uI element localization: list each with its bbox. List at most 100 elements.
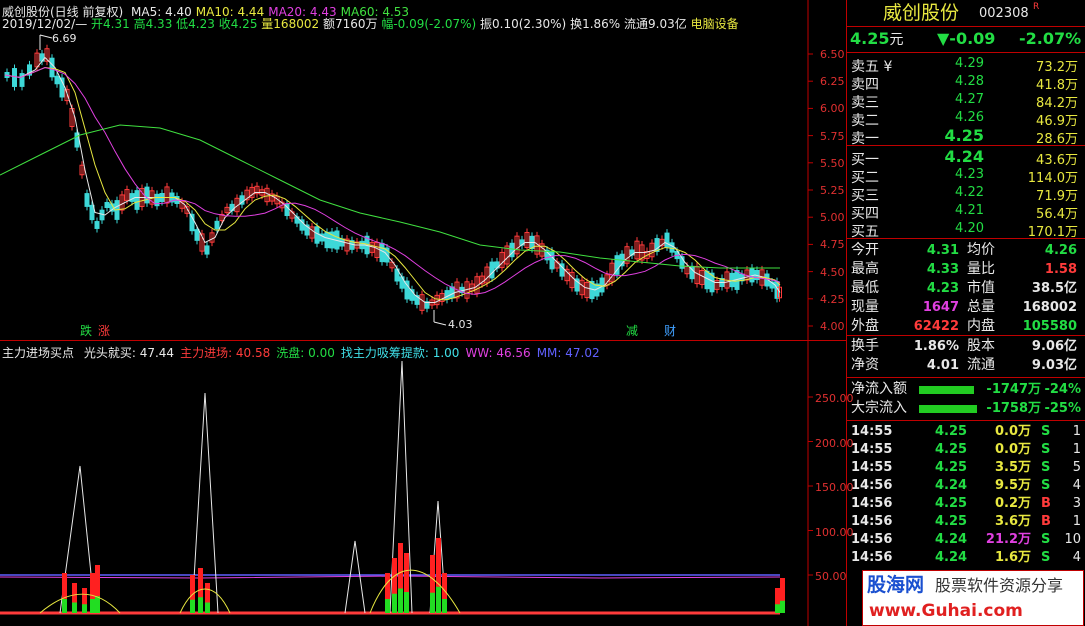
wash-bar bbox=[62, 599, 67, 613]
info-turnover: 换1.86% bbox=[570, 17, 621, 31]
stat-label: 净资 bbox=[851, 357, 879, 373]
indicator-chart[interactable] bbox=[0, 341, 846, 626]
tick-side: S bbox=[1041, 532, 1051, 547]
tick-count: 1 bbox=[1072, 514, 1081, 529]
price-tick: 4.00 bbox=[820, 320, 845, 333]
indicator-label-0: 光头就买: 47.44 bbox=[83, 346, 175, 360]
tick-price: 4.25 bbox=[935, 460, 968, 475]
indicator-label-4: WW: 46.56 bbox=[465, 346, 531, 360]
wash-bar bbox=[775, 604, 780, 613]
tick-volume: 9.5万 bbox=[994, 478, 1031, 493]
flow-bar bbox=[919, 386, 974, 394]
wash-bar bbox=[90, 599, 95, 613]
candle-body bbox=[314, 226, 320, 244]
tick-volume: 3.6万 bbox=[994, 514, 1031, 529]
tick-count: 1 bbox=[1072, 442, 1081, 457]
wash-bar bbox=[190, 599, 195, 613]
info-amount: 额7160万 bbox=[322, 17, 378, 31]
tick-time: 14:56 bbox=[851, 532, 893, 547]
indicator-info-bar: 主力进场买点 光头就买: 47.44 主力进场: 40.58 洗盘: 0.00 找主力… bbox=[2, 344, 600, 361]
candle-body bbox=[49, 57, 55, 78]
indicator-label-1: 主力进场: 40.58 bbox=[180, 346, 271, 360]
buy-signal-spike bbox=[191, 392, 219, 614]
bid-row: 买一 4.24 43.6万 bbox=[847, 147, 1085, 168]
indicator-label-3: 找主力吸筹提款: 1.00 bbox=[340, 346, 460, 360]
stat-label: 最低 bbox=[851, 280, 879, 296]
candle-body bbox=[12, 68, 17, 87]
stock-flag: R bbox=[1033, 2, 1040, 12]
info-amplitude: 振0.10(2.30%) bbox=[480, 17, 567, 31]
tick-time: 14:55 bbox=[851, 460, 893, 475]
ask-price: 4.25 bbox=[944, 126, 984, 145]
flow-bar bbox=[919, 405, 977, 413]
marker-finance[interactable]: 财 bbox=[664, 325, 676, 337]
info-sector[interactable]: 电脑设备 bbox=[691, 17, 739, 31]
tick-time: 14:55 bbox=[851, 442, 893, 457]
price-tick: 5.00 bbox=[820, 211, 845, 225]
wash-bar bbox=[398, 588, 403, 613]
stat-label: 外盘 bbox=[851, 318, 879, 334]
stat-value: 4.33 bbox=[926, 262, 959, 277]
candle-body bbox=[144, 186, 150, 204]
stat-label: 今开 bbox=[851, 242, 879, 258]
candle-body bbox=[669, 242, 675, 253]
tick-time: 14:56 bbox=[851, 478, 893, 493]
marker-reduce[interactable]: 减 bbox=[626, 325, 638, 337]
ask-row: 卖三 4.27 84.2万 bbox=[847, 90, 1085, 111]
stat-value: 4.23 bbox=[926, 281, 959, 296]
flow-value: -1747万 bbox=[986, 382, 1041, 397]
stat-label: 总量 bbox=[967, 299, 995, 315]
marker-rise[interactable]: 涨 bbox=[98, 325, 110, 337]
ohlc-bar: 2019/12/02/— 开4.31 高4.33 低4.23 收4.25 量16… bbox=[2, 18, 739, 30]
info-high: 高4.33 bbox=[133, 17, 173, 31]
price-change-pct: -2.07% bbox=[1019, 29, 1082, 48]
marker-fall[interactable]: 跌 bbox=[80, 325, 92, 337]
wash-bar bbox=[392, 593, 397, 613]
ask-row: 卖一 4.25 28.6万 bbox=[847, 126, 1085, 147]
tick-count: 3 bbox=[1072, 496, 1081, 511]
tick-price: 4.24 bbox=[935, 478, 968, 493]
candle-body bbox=[204, 245, 210, 255]
quote-panel: 威创股份 002308 R 4.25元 ▼-0.09 -2.07% 卖五 ¥4.… bbox=[846, 0, 1085, 626]
wash-bar bbox=[198, 597, 203, 613]
kline-chart[interactable] bbox=[0, 0, 846, 341]
bid-row: 买四 4.21 56.4万 bbox=[847, 201, 1085, 222]
flow-label: 净流入额 bbox=[851, 381, 907, 397]
watermark-slogan: 股票软件资源分享 bbox=[935, 576, 1064, 595]
tick-side: B bbox=[1041, 496, 1051, 511]
info-open: 开4.31 bbox=[91, 17, 130, 31]
stat-value: 1647 bbox=[922, 300, 959, 315]
tick-count: 5 bbox=[1072, 460, 1081, 475]
tick-side: B bbox=[1041, 514, 1051, 529]
guhai-watermark: 股海网 股票软件资源分享 www.Guhai.com bbox=[862, 570, 1084, 626]
low-arrow bbox=[433, 310, 447, 326]
bid-row: 买二 4.23 114.0万 bbox=[847, 165, 1085, 186]
candle-body bbox=[599, 277, 605, 293]
tick-side: S bbox=[1041, 442, 1051, 457]
stat-value: 168002 bbox=[1022, 300, 1077, 315]
ask-row: 卖二 4.26 46.9万 bbox=[847, 108, 1085, 129]
tick-time: 14:55 bbox=[851, 424, 893, 439]
stat-value: 9.03亿 bbox=[1031, 358, 1077, 373]
tick-time: 14:56 bbox=[851, 550, 893, 565]
bid-row: 买五 4.20 170.1万 bbox=[847, 219, 1085, 240]
candle-body bbox=[104, 201, 110, 209]
flow-pct: -25% bbox=[1044, 401, 1081, 416]
tick-price: 4.24 bbox=[935, 550, 968, 565]
tick-price: 4.25 bbox=[935, 514, 968, 529]
current-price-value: 4.25 bbox=[850, 29, 890, 48]
tick-price: 4.25 bbox=[935, 496, 968, 511]
candle-body bbox=[194, 229, 200, 241]
price-tick: 4.50 bbox=[820, 265, 845, 279]
stat-value: 4.01 bbox=[926, 358, 959, 373]
stat-value: 38.5亿 bbox=[1031, 281, 1077, 296]
low-annotation: 4.03 bbox=[448, 318, 473, 331]
price-change: ▼-0.09 bbox=[937, 29, 996, 48]
tick-volume: 1.6万 bbox=[994, 550, 1031, 565]
tick-volume: 0.0万 bbox=[994, 442, 1031, 457]
indicator-name: 主力进场买点 bbox=[2, 346, 75, 360]
current-price: 4.25元 bbox=[850, 29, 903, 48]
tick-side: S bbox=[1041, 478, 1051, 493]
indicator-label-5: MM: 47.02 bbox=[536, 346, 600, 360]
high-annotation: 6.69 bbox=[52, 32, 77, 45]
